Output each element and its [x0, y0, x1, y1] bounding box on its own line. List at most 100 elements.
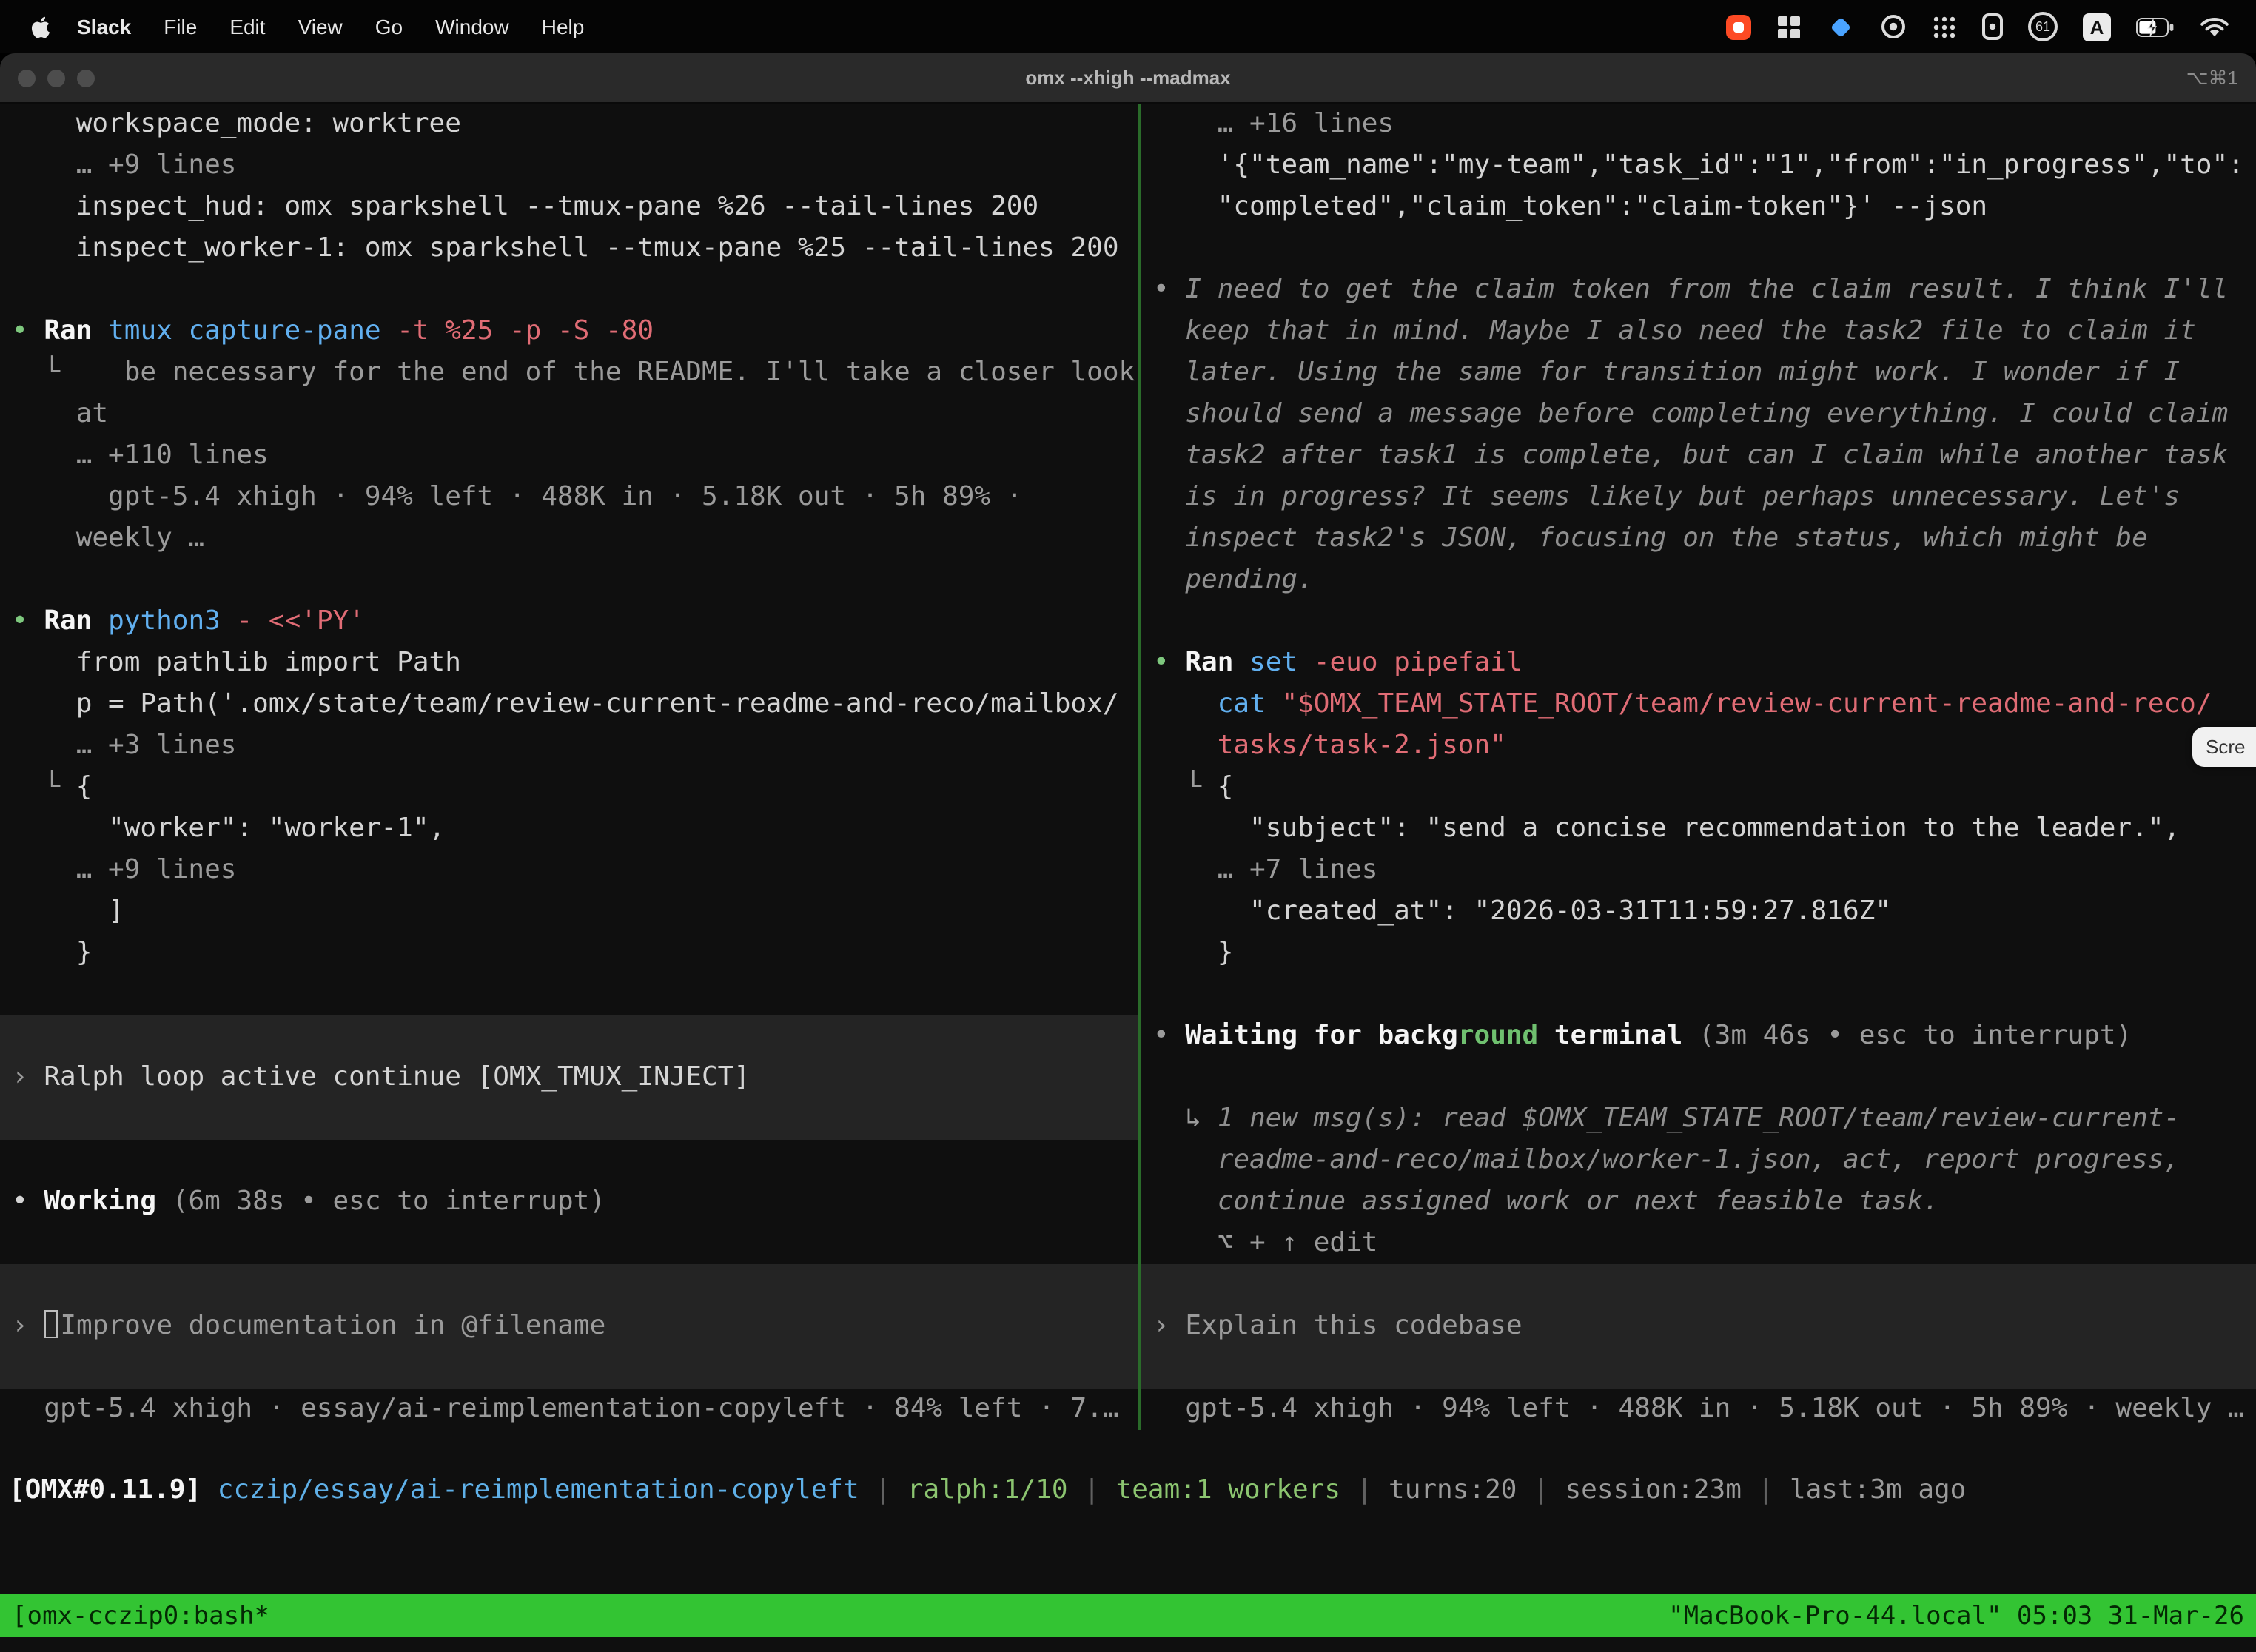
terminal-line: gpt-5.4 xhigh · essay/ai-reimplementatio… [0, 1389, 1138, 1430]
text-segment: (3m 46s • esc to interrupt) [1682, 1020, 2132, 1051]
keyhole-icon[interactable] [1982, 13, 2003, 40]
dots-grid-icon[interactable] [1932, 14, 1957, 39]
terminal-line: inspect task2's JSON, focusing on the st… [1141, 518, 2256, 560]
terminal-line: ] [0, 891, 1138, 933]
window-grid-icon[interactable] [1776, 14, 1802, 39]
terminal-line [0, 560, 1138, 601]
battery-icon[interactable] [2136, 17, 2175, 36]
terminal-line [0, 1223, 1138, 1264]
menu-view[interactable]: View [282, 15, 359, 38]
menu-app-name[interactable]: Slack [61, 15, 147, 38]
text-segment: should send a message before completing … [1153, 398, 2228, 429]
apple-logo-icon[interactable] [30, 14, 52, 39]
text-segment: › [12, 1061, 44, 1092]
terminal-line [0, 974, 1138, 1015]
terminal-line: "worker": "worker-1", [0, 808, 1138, 850]
screen-recording-indicator[interactable] [1726, 14, 1751, 39]
text-segment: └ be necessary for the end of the README… [12, 357, 1135, 388]
terminal-line: is in progress? It seems likely but perh… [1141, 477, 2256, 518]
lens-icon[interactable] [1880, 13, 1907, 40]
terminal-line: … +16 lines [1141, 104, 2256, 145]
minimize-button[interactable] [47, 69, 65, 87]
close-button[interactable] [18, 69, 36, 87]
text-segment: | [1742, 1474, 1790, 1505]
text-segment: Ran [1185, 647, 1249, 678]
prompt-line[interactable]: › Explain this codebase [1141, 1306, 2256, 1347]
tmux-pane-right[interactable]: … +16 lines '{"team_name":"my-team","tas… [1141, 104, 2256, 1430]
terminal-line [1141, 601, 2256, 642]
window-title: omx --xhigh --madmax [1025, 67, 1230, 89]
tmux-pane-left[interactable]: workspace_mode: worktree … +9 lines insp… [0, 104, 1138, 1430]
text-segment: - <<'PY' [237, 605, 365, 637]
text-segment: pending. [1153, 564, 1314, 595]
text-segment: "$OMX_TEAM_STATE_ROOT/team/review-curren… [1281, 688, 2212, 719]
terminal-line: "completed","claim_token":"claim-token"}… [1141, 187, 2256, 228]
tmux-session-label: [omx-cczip0:bash* [12, 1601, 269, 1631]
terminal-line: "created_at": "2026-03-31T11:59:27.816Z" [1141, 891, 2256, 933]
prompt-line[interactable]: › Ralph loop active continue [OMX_TMUX_I… [0, 1057, 1138, 1098]
terminal-line: … +110 lines [0, 435, 1138, 477]
text-segment: [OMX#0.11.9] [9, 1474, 201, 1505]
input-source-icon[interactable]: A [2083, 13, 2111, 41]
text-segment: tmux capture-pane [108, 315, 397, 346]
terminal-line: weekly … [0, 518, 1138, 560]
text-segment [1153, 688, 1218, 719]
terminal-line [0, 1264, 1138, 1306]
screen-notification[interactable]: Scre [2192, 727, 2256, 767]
terminal-line: gpt-5.4 xhigh · 94% left · 488K in · 5.1… [1141, 1389, 2256, 1430]
text-segment: cat [1218, 688, 1282, 719]
text-segment: … +9 lines [12, 854, 236, 885]
text-segment: I need to get the claim token from the c… [1185, 274, 2228, 305]
menu-window[interactable]: Window [419, 15, 526, 38]
terminal-line: • Ran tmux capture-pane -t %25 -p -S -80 [0, 311, 1138, 352]
terminal-line: from pathlib import Path [0, 642, 1138, 684]
terminal-body: workspace_mode: worktree … +9 lines insp… [0, 104, 2256, 1652]
text-segment: | [1068, 1474, 1116, 1505]
text-segment: { [76, 771, 93, 802]
terminal-line: } [1141, 933, 2256, 974]
terminal-line: ↳ 1 new msg(s): read $OMX_TEAM_STATE_ROO… [1141, 1098, 2256, 1140]
menu-go[interactable]: Go [359, 15, 419, 38]
blue-diamond-icon[interactable] [1827, 13, 1855, 41]
text-segment: continue assigned work or next feasible … [1153, 1186, 1939, 1217]
text-segment: Ralph loop active continue [OMX_TMUX_INJ… [44, 1061, 750, 1092]
zoom-button[interactable] [77, 69, 95, 87]
terminal-line [0, 1347, 1138, 1389]
terminal-line: … +9 lines [0, 145, 1138, 187]
text-segment: cczip/essay/ai-reimplementation-copyleft [201, 1474, 859, 1505]
text-segment: › [1153, 1310, 1185, 1341]
text-segment: task2 after task1 is complete, but can I… [1153, 440, 2228, 471]
text-segment: … +16 lines [1153, 108, 1394, 139]
text-segment: ↳ [1153, 1103, 1218, 1134]
terminal-line: [OMX#0.11.9] cczip/essay/ai-reimplementa… [0, 1470, 2256, 1511]
terminal-line: pending. [1141, 560, 2256, 601]
text-segment: | [1517, 1474, 1565, 1505]
window-titlebar[interactable]: omx --xhigh --madmax ⌥⌘1 [0, 53, 2256, 104]
text-segment: • [1153, 274, 1185, 305]
prompt-line[interactable]: › Improve documentation in @filename [0, 1306, 1138, 1347]
text-segment: } [12, 937, 92, 968]
text-segment: } [1153, 937, 1233, 968]
battery-percent-icon[interactable]: 61 [2028, 12, 2058, 41]
text-segment: … +7 lines [1153, 854, 1377, 885]
terminal-line [0, 1015, 1138, 1057]
text-segment: ⌥ + ↑ edit [1153, 1227, 1377, 1258]
menu-edit[interactable]: Edit [213, 15, 281, 38]
menu-help[interactable]: Help [526, 15, 601, 38]
terminal-line: • Working (6m 38s • esc to interrupt) [0, 1181, 1138, 1223]
text-segment: "subject": "send a concise recommendatio… [1153, 813, 2180, 844]
wifi-icon[interactable] [2200, 16, 2229, 38]
text-segment: gpt-5.4 xhigh · 94% left · 488K in · 5.1… [12, 481, 1022, 512]
terminal-line: … +9 lines [0, 850, 1138, 891]
text-segment: Ran [44, 315, 108, 346]
terminal-line: … +3 lines [0, 725, 1138, 767]
terminal-line: workspace_mode: worktree [0, 104, 1138, 145]
terminal-line: • Waiting for background terminal (3m 46… [1141, 1015, 2256, 1057]
menu-file[interactable]: File [147, 15, 213, 38]
text-segment: gpt-5.4 xhigh · essay/ai-reimplementatio… [12, 1393, 1119, 1424]
text-segment: gpt-5.4 xhigh · 94% left · 488K in · 5.1… [1153, 1393, 2244, 1424]
terminal-line [1141, 1347, 2256, 1389]
terminal-line: └ be necessary for the end of the README… [0, 352, 1138, 394]
terminal-line: continue assigned work or next feasible … [1141, 1181, 2256, 1223]
text-segment: … +110 lines [12, 440, 269, 471]
